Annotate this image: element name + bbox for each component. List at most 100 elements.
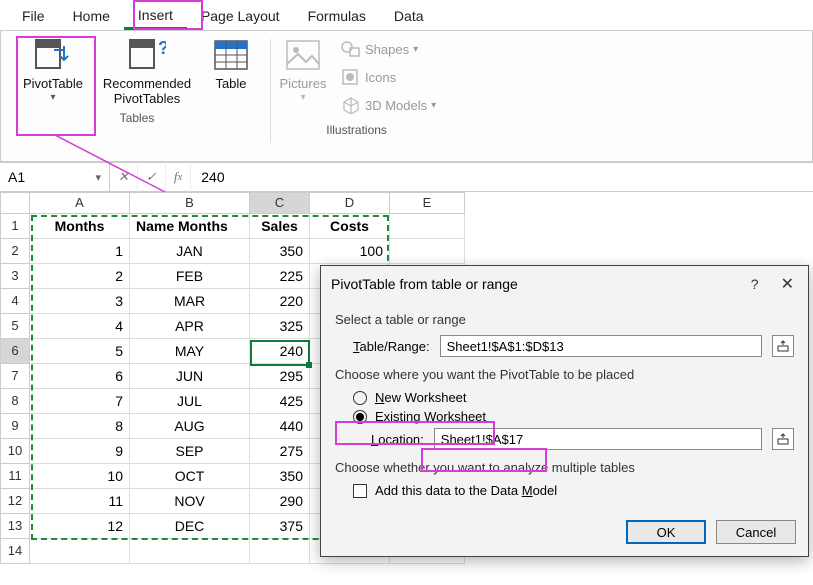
- cell[interactable]: FEB: [130, 264, 250, 289]
- collapse-dialog-button[interactable]: [772, 428, 794, 450]
- cell[interactable]: 9: [30, 439, 130, 464]
- collapse-dialog-button[interactable]: [772, 335, 794, 357]
- cell[interactable]: MAR: [130, 289, 250, 314]
- row-header[interactable]: 2: [0, 239, 30, 264]
- col-header-d[interactable]: D: [310, 192, 390, 214]
- cell[interactable]: 2: [30, 264, 130, 289]
- row-header[interactable]: 6: [0, 339, 30, 364]
- row-header[interactable]: 11: [0, 464, 30, 489]
- icons-button[interactable]: Icons: [337, 63, 440, 91]
- radio-new-worksheet[interactable]: New Worksheet: [353, 390, 794, 405]
- recommended-pivottables-button[interactable]: ? Recommended PivotTables: [97, 35, 197, 107]
- cell[interactable]: Costs: [310, 214, 390, 239]
- cell[interactable]: [130, 539, 250, 564]
- checkbox-data-model[interactable]: Add this data to the Data Model: [353, 483, 794, 498]
- name-box[interactable]: A1 ▾: [0, 163, 110, 191]
- close-button[interactable]: ✕: [777, 274, 798, 294]
- cell[interactable]: Name Months: [130, 214, 250, 239]
- cell[interactable]: 325: [250, 314, 310, 339]
- tab-insert[interactable]: Insert: [124, 3, 187, 30]
- cell[interactable]: APR: [130, 314, 250, 339]
- cancel-icon[interactable]: ✕: [110, 162, 138, 192]
- pictures-button[interactable]: Pictures ▾: [273, 35, 333, 119]
- tab-formulas[interactable]: Formulas: [294, 4, 380, 28]
- row-header[interactable]: 7: [0, 364, 30, 389]
- cell[interactable]: 290: [250, 489, 310, 514]
- cell[interactable]: JUN: [130, 364, 250, 389]
- row-header[interactable]: 3: [0, 264, 30, 289]
- range-select-icon: [777, 340, 789, 352]
- col-header-b[interactable]: B: [130, 192, 250, 214]
- tab-data[interactable]: Data: [380, 4, 438, 28]
- cell[interactable]: 3: [30, 289, 130, 314]
- cell[interactable]: 7: [30, 389, 130, 414]
- cell[interactable]: 1: [30, 239, 130, 264]
- cell[interactable]: 440: [250, 414, 310, 439]
- cell[interactable]: JUL: [130, 389, 250, 414]
- cell[interactable]: [390, 239, 465, 264]
- cell[interactable]: 375: [250, 514, 310, 539]
- pivottable-button[interactable]: PivotTable ▾: [13, 35, 93, 107]
- cell[interactable]: 350: [250, 464, 310, 489]
- recommended-pivot-icon: ?: [127, 37, 167, 73]
- tab-pagelayout[interactable]: Page Layout: [187, 4, 294, 28]
- cell[interactable]: [250, 539, 310, 564]
- select-all-corner[interactable]: [0, 192, 30, 214]
- location-input[interactable]: [434, 428, 762, 450]
- cell[interactable]: SEP: [130, 439, 250, 464]
- tab-home[interactable]: Home: [59, 4, 124, 28]
- checkbox-label: Add this data to the Data Model: [375, 483, 557, 498]
- help-button[interactable]: ?: [751, 276, 759, 292]
- cell[interactable]: AUG: [130, 414, 250, 439]
- cancel-button[interactable]: Cancel: [716, 520, 796, 544]
- cell[interactable]: DEC: [130, 514, 250, 539]
- fx-icon[interactable]: fx: [166, 162, 191, 192]
- cell[interactable]: 295: [250, 364, 310, 389]
- cell[interactable]: JAN: [130, 239, 250, 264]
- cell[interactable]: 275: [250, 439, 310, 464]
- shapes-button[interactable]: Shapes ▾: [337, 35, 440, 63]
- cell[interactable]: 240: [250, 339, 310, 364]
- cell[interactable]: 425: [250, 389, 310, 414]
- cell[interactable]: 4: [30, 314, 130, 339]
- col-header-e[interactable]: E: [390, 192, 465, 214]
- row-header[interactable]: 10: [0, 439, 30, 464]
- cell[interactable]: 5: [30, 339, 130, 364]
- cell[interactable]: 220: [250, 289, 310, 314]
- cell[interactable]: 100: [310, 239, 390, 264]
- cell[interactable]: 350: [250, 239, 310, 264]
- row-header[interactable]: 9: [0, 414, 30, 439]
- cell[interactable]: 8: [30, 414, 130, 439]
- row-header[interactable]: 13: [0, 514, 30, 539]
- cell[interactable]: 11: [30, 489, 130, 514]
- cell[interactable]: 12: [30, 514, 130, 539]
- row-header[interactable]: 12: [0, 489, 30, 514]
- radio-existing-worksheet[interactable]: Existing Worksheet: [353, 409, 794, 424]
- tab-file[interactable]: File: [8, 4, 59, 28]
- col-header-a[interactable]: A: [30, 192, 130, 214]
- col-header-c[interactable]: C: [250, 192, 310, 214]
- row-header[interactable]: 8: [0, 389, 30, 414]
- ok-button[interactable]: OK: [626, 520, 706, 544]
- table-button[interactable]: Table: [201, 35, 261, 107]
- tablerange-input[interactable]: [440, 335, 762, 357]
- row-header[interactable]: 4: [0, 289, 30, 314]
- 3dmodels-button[interactable]: 3D Models ▾: [337, 91, 440, 119]
- cell[interactable]: NOV: [130, 489, 250, 514]
- cell[interactable]: 225: [250, 264, 310, 289]
- enter-icon[interactable]: ✓: [138, 162, 166, 192]
- range-select-icon: [777, 433, 789, 445]
- row-header[interactable]: 1: [0, 214, 30, 239]
- row-header[interactable]: 5: [0, 314, 30, 339]
- cell[interactable]: Months: [30, 214, 130, 239]
- formula-value[interactable]: 240: [191, 169, 224, 185]
- cell[interactable]: Sales: [250, 214, 310, 239]
- row-header[interactable]: 14: [0, 539, 30, 564]
- dialog-titlebar[interactable]: PivotTable from table or range ? ✕: [321, 266, 808, 302]
- cell[interactable]: MAY: [130, 339, 250, 364]
- cell[interactable]: [30, 539, 130, 564]
- cell[interactable]: [390, 214, 465, 239]
- cell[interactable]: OCT: [130, 464, 250, 489]
- cell[interactable]: 6: [30, 364, 130, 389]
- cell[interactable]: 10: [30, 464, 130, 489]
